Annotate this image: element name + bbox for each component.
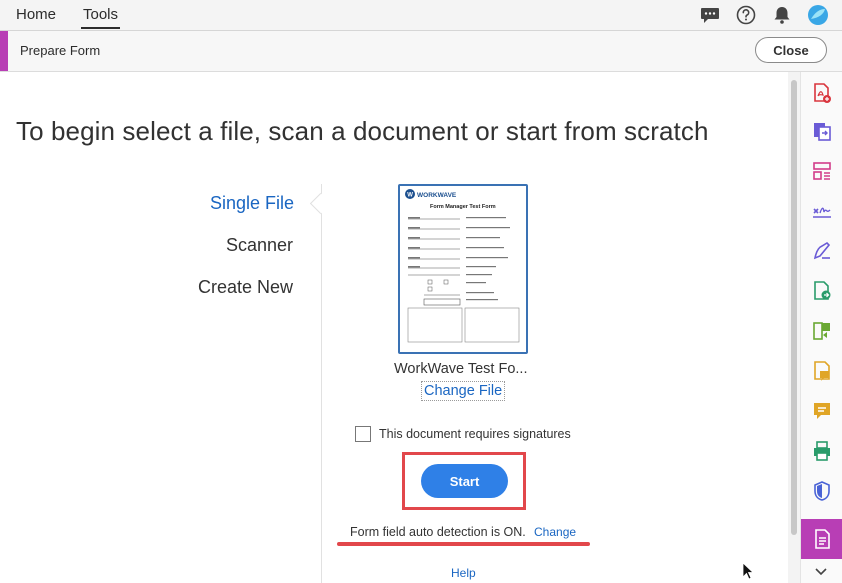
send-for-review-icon[interactable]	[811, 280, 833, 302]
document-preview: W WORKWAVE Form Manager Test Form	[405, 189, 520, 343]
source-create-new[interactable]: Create New	[198, 277, 293, 298]
main-panel: To begin select a file, scan a document …	[0, 72, 788, 583]
fill-sign-icon[interactable]	[811, 200, 833, 222]
request-signature-icon[interactable]	[811, 240, 833, 262]
chat-icon[interactable]	[699, 4, 721, 26]
bell-icon[interactable]	[771, 4, 793, 26]
help-icon[interactable]	[735, 4, 757, 26]
start-button[interactable]: Start	[421, 464, 508, 498]
compress-pdf-icon[interactable]	[811, 320, 833, 342]
tab-tools[interactable]: Tools	[80, 6, 121, 29]
help-link[interactable]: Help	[451, 566, 476, 580]
chevron-down-icon[interactable]	[813, 565, 829, 579]
tab-home[interactable]: Home	[16, 6, 56, 23]
print-production-icon[interactable]	[811, 440, 833, 462]
export-pdf-icon[interactable]	[811, 120, 833, 142]
tool-title: Prepare Form	[20, 43, 101, 58]
svg-text:W: W	[407, 192, 413, 198]
source-single-file[interactable]: Single File	[210, 193, 294, 214]
tool-header-bar: Prepare Form Close	[0, 31, 842, 72]
add-comment-icon[interactable]	[811, 400, 833, 422]
prepare-form-icon[interactable]	[811, 528, 833, 550]
signature-checkbox[interactable]	[355, 426, 371, 442]
thumbnail-form-title: Form Manager Test Form	[430, 204, 496, 210]
source-scanner[interactable]: Scanner	[226, 235, 293, 256]
protect-icon[interactable]	[811, 480, 833, 502]
document-thumbnail[interactable]: W WORKWAVE Form Manager Test Form	[398, 184, 528, 354]
mouse-pointer-icon	[742, 562, 755, 580]
top-nav-bar: Home Tools	[0, 0, 842, 31]
auto-detection-change-link[interactable]: Change	[534, 525, 576, 539]
annotation-underline	[337, 542, 590, 546]
organize-pages-icon[interactable]	[811, 160, 833, 182]
signature-checkbox-label: This document requires signatures	[379, 427, 571, 441]
close-button[interactable]: Close	[755, 37, 827, 63]
account-avatar[interactable]	[807, 4, 829, 26]
file-name: WorkWave Test Fo...	[394, 361, 528, 377]
thumbnail-logo-text: WORKWAVE	[417, 192, 457, 199]
auto-detection-status: Form field auto detection is ON.	[350, 525, 526, 539]
comment-icon[interactable]	[811, 360, 833, 382]
page-headline: To begin select a file, scan a document …	[16, 116, 709, 146]
change-file-link[interactable]: Change File	[421, 381, 506, 401]
create-pdf-icon[interactable]	[811, 82, 833, 104]
tool-accent-bar	[0, 31, 8, 71]
selection-notch	[309, 192, 332, 215]
panel-divider	[321, 184, 322, 583]
scrollbar-thumb[interactable]	[791, 80, 797, 535]
